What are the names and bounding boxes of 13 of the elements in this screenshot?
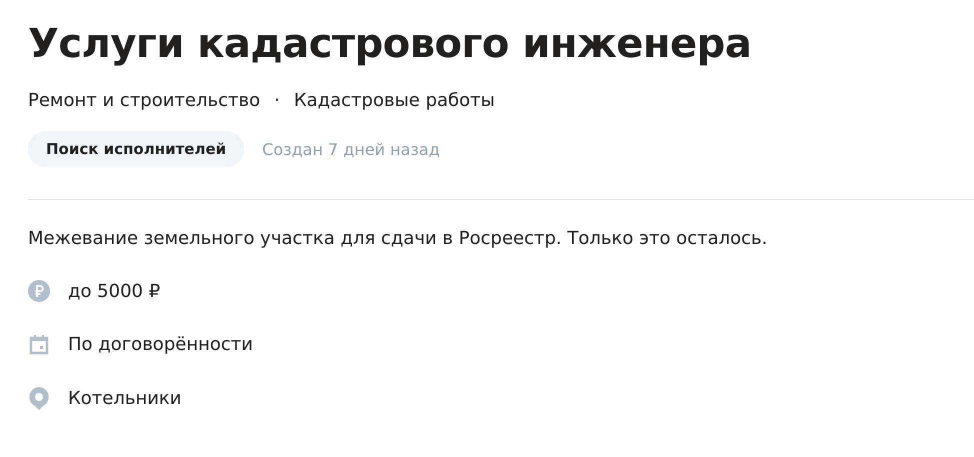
- category-link[interactable]: Ремонт и строительство: [28, 90, 260, 111]
- location-pin-icon: [28, 386, 50, 410]
- category-link[interactable]: Кадастровые работы: [294, 90, 495, 111]
- ruble-icon: [28, 280, 50, 302]
- detail-text: до 5000 ₽: [68, 280, 160, 302]
- page-title: Услуги кадастрового инженера: [28, 20, 752, 69]
- status-badge: Поиск исполнителей: [28, 131, 244, 167]
- separator: ·: [273, 90, 281, 111]
- detail-text: Котельники: [68, 388, 182, 408]
- detail-text: По договорённости: [68, 334, 253, 354]
- task-description: Межевание земельного участка для сдачи в Росреестр. Только это осталось.: [28, 228, 768, 249]
- calendar-icon: [28, 333, 50, 355]
- created-date: Создан 7 дней назад: [262, 140, 440, 158]
